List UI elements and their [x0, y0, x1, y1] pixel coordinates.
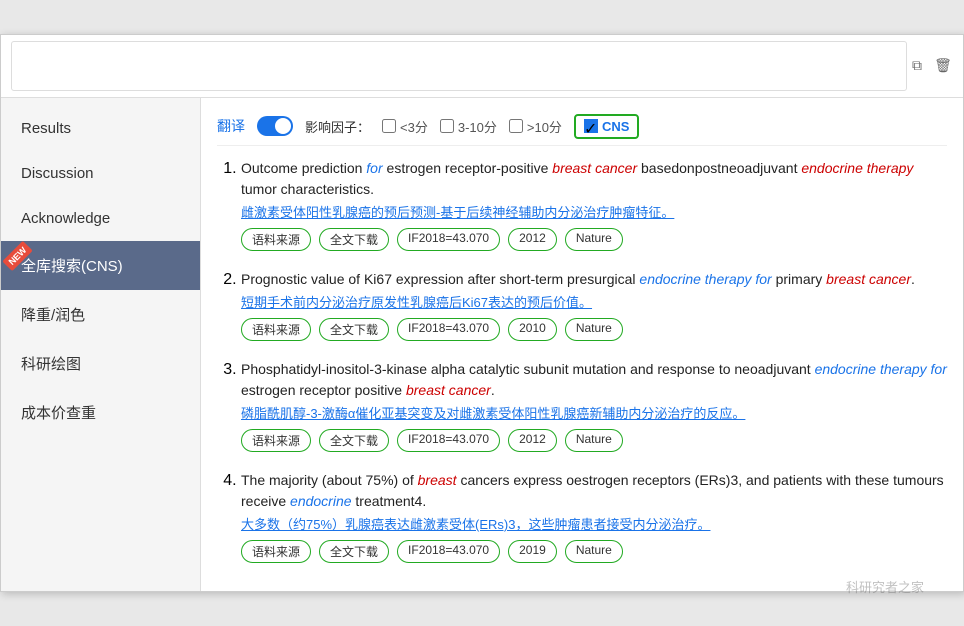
result-item-1: Outcome prediction for estrogen receptor…: [241, 158, 947, 251]
title-part: Phosphatidyl-inositol-3-kinase alpha cat…: [241, 361, 815, 377]
sidebar-item-drawing[interactable]: 科研绘图: [1, 339, 200, 388]
filter-less3-label: <3分: [400, 117, 428, 136]
tag-2012[interactable]: 2012: [508, 228, 557, 251]
sidebar-item-discussion[interactable]: Discussion: [1, 151, 200, 196]
title-part: endocrine therapy for: [639, 271, 771, 287]
result-item-3: Phosphatidyl-inositol-3-kinase alpha cat…: [241, 359, 947, 452]
tag-----[interactable]: 全文下载: [319, 540, 389, 563]
tag-----[interactable]: 全文下载: [319, 429, 389, 452]
result-item-4: The majority (about 75%) of breast cance…: [241, 470, 947, 563]
filter-3to10[interactable]: 3-10分: [440, 117, 497, 136]
title-part: endocrine: [290, 493, 352, 509]
result-item-2: Prognostic value of Ki67 expression afte…: [241, 269, 947, 341]
tag-IF2018-43-070[interactable]: IF2018=43.070: [397, 318, 500, 341]
tag-----[interactable]: 全文下载: [319, 318, 389, 341]
tag-IF2018-43-070[interactable]: IF2018=43.070: [397, 429, 500, 452]
main-window: ⧉ 🗑 ResultsDiscussionAcknowledge全库搜索(CNS…: [0, 34, 964, 593]
tag-2012[interactable]: 2012: [508, 429, 557, 452]
title-part: .: [491, 382, 495, 398]
impact-factor-label: 影响因子：: [305, 117, 370, 136]
title-part: breast cancer: [552, 160, 637, 176]
tags-row-2: 语料来源全文下载 IF2018=43.070 2010 Nature: [241, 318, 947, 341]
title-part: estrogen receptor positive: [241, 382, 406, 398]
result-translation-2: 短期手术前内分泌治疗原发性乳腺癌后Ki67表达的预后价值。: [241, 294, 947, 312]
tag-----[interactable]: 语料来源: [241, 318, 311, 341]
delete-icon[interactable]: 🗑: [933, 56, 953, 76]
tag-2019[interactable]: 2019: [508, 540, 557, 563]
search-input-area[interactable]: [11, 41, 907, 91]
translate-toggle[interactable]: [257, 116, 293, 136]
tag-Nature[interactable]: Nature: [565, 429, 623, 452]
tag-----[interactable]: 全文下载: [319, 228, 389, 251]
cns-label: CNS: [602, 119, 629, 134]
tag-2010[interactable]: 2010: [508, 318, 557, 341]
filter-less3-checkbox[interactable]: [382, 119, 396, 133]
tag-----[interactable]: 语料来源: [241, 228, 311, 251]
title-part: The majority (about 75%) of: [241, 472, 418, 488]
toolbar-top: ⧉ 🗑: [1, 35, 963, 98]
filter-more10[interactable]: >10分: [509, 117, 562, 136]
sidebar: ResultsDiscussionAcknowledge全库搜索(CNS)降重/…: [1, 98, 201, 592]
sidebar-item-reduce[interactable]: 降重/润色: [1, 290, 200, 339]
copy-icon[interactable]: ⧉: [907, 56, 927, 76]
tags-row-1: 语料来源全文下载 IF2018=43.070 2012 Nature: [241, 228, 947, 251]
sidebar-item-full-search[interactable]: 全库搜索(CNS): [1, 241, 200, 290]
title-part: .: [911, 271, 915, 287]
title-part: breast cancer: [826, 271, 911, 287]
cns-filter-box[interactable]: ✓ CNS: [574, 114, 639, 139]
result-list: Outcome prediction for estrogen receptor…: [217, 158, 947, 564]
tag-----[interactable]: 语料来源: [241, 429, 311, 452]
filter-3to10-label: 3-10分: [458, 117, 497, 136]
filter-more10-checkbox[interactable]: [509, 119, 523, 133]
sidebar-item-acknowledge[interactable]: Acknowledge: [1, 196, 200, 241]
translate-label: 翻译: [217, 116, 245, 136]
result-translation-3: 磷脂酰肌醇-3-激酶α催化亚基突变及对雌激素受体阳性乳腺癌新辅助内分泌治疗的反应…: [241, 405, 947, 423]
tag-IF2018-43-070[interactable]: IF2018=43.070: [397, 228, 500, 251]
result-title-2: Prognostic value of Ki67 expression afte…: [241, 269, 947, 290]
title-part: endocrine therapy: [801, 160, 913, 176]
title-part: breast cancer: [406, 382, 491, 398]
filter-less3[interactable]: <3分: [382, 117, 428, 136]
tag-Nature[interactable]: Nature: [565, 540, 623, 563]
tag-----[interactable]: 语料来源: [241, 540, 311, 563]
tag-Nature[interactable]: Nature: [565, 318, 623, 341]
title-part: treatment4.: [352, 493, 427, 509]
tags-row-3: 语料来源全文下载 IF2018=43.070 2012 Nature: [241, 429, 947, 452]
title-part: Prognostic value of Ki67 expression afte…: [241, 271, 639, 287]
tag-IF2018-43-070[interactable]: IF2018=43.070: [397, 540, 500, 563]
result-translation-4: 大多数（约75%）乳腺癌表达雌激素受体(ERs)3，这些肿瘤患者接受内分泌治疗。: [241, 516, 947, 534]
title-part: tumor characteristics.: [241, 181, 374, 197]
tag-Nature[interactable]: Nature: [565, 228, 623, 251]
toggle-knob: [275, 118, 291, 134]
filter-bar: 翻译 影响因子： <3分 3-10分 >10分 ✓: [217, 108, 947, 146]
result-title-3: Phosphatidyl-inositol-3-kinase alpha cat…: [241, 359, 947, 401]
filter-3to10-checkbox[interactable]: [440, 119, 454, 133]
result-title-4: The majority (about 75%) of breast cance…: [241, 470, 947, 512]
title-part: Outcome prediction: [241, 160, 366, 176]
title-part: for: [366, 160, 382, 176]
sidebar-item-cost[interactable]: 成本价查重: [1, 388, 200, 437]
window-icons: ⧉ 🗑: [907, 56, 953, 76]
title-part: estrogen receptor-positive: [383, 160, 553, 176]
title-part: basedonpostneoadjuvant: [637, 160, 801, 176]
title-part: primary: [772, 271, 826, 287]
title-part: breast: [418, 472, 457, 488]
sidebar-item-results[interactable]: Results: [1, 106, 200, 151]
result-translation-1: 雌激素受体阳性乳腺癌的预后预测-基于后续神经辅助内分泌治疗肿瘤特征。: [241, 204, 947, 222]
result-title-1: Outcome prediction for estrogen receptor…: [241, 158, 947, 200]
tags-row-4: 语料来源全文下载 IF2018=43.070 2019 Nature: [241, 540, 947, 563]
content-area: 翻译 影响因子： <3分 3-10分 >10分 ✓: [201, 98, 963, 592]
title-part: endocrine therapy for: [815, 361, 947, 377]
main-layout: ResultsDiscussionAcknowledge全库搜索(CNS)降重/…: [1, 98, 963, 592]
filter-more10-label: >10分: [527, 117, 562, 136]
cns-checkbox[interactable]: ✓: [584, 119, 598, 133]
